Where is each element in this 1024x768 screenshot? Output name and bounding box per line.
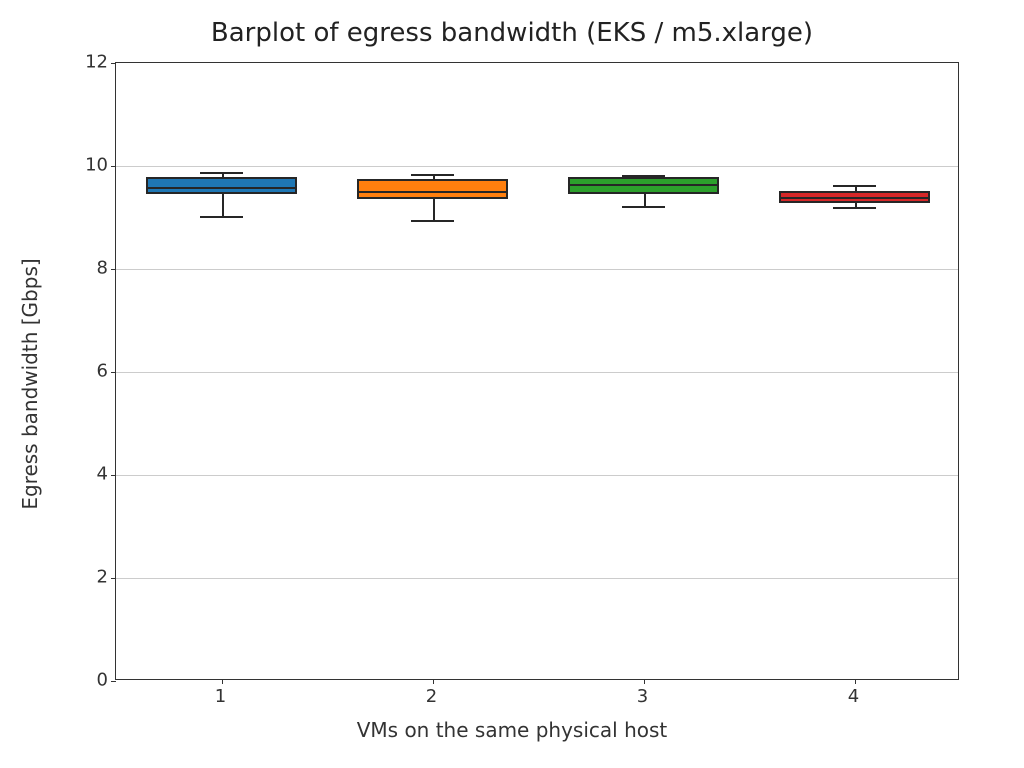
x-axis-label: VMs on the same physical host	[0, 718, 1024, 742]
x-tick	[855, 679, 856, 684]
y-tick	[111, 475, 116, 476]
boxplot-whisker-low	[222, 194, 224, 216]
boxplot-cap-low	[833, 207, 876, 209]
y-gridline	[116, 166, 958, 167]
boxplot-median	[146, 187, 298, 189]
x-tick-label: 3	[613, 686, 673, 707]
y-tick-label: 2	[48, 567, 108, 588]
y-tick	[111, 166, 116, 167]
y-tick-label: 6	[48, 361, 108, 382]
x-tick	[222, 679, 223, 684]
y-tick-label: 10	[48, 155, 108, 176]
y-tick	[111, 63, 116, 64]
boxplot-whisker-low	[644, 194, 646, 206]
chart-figure: Barplot of egress bandwidth (EKS / m5.xl…	[0, 0, 1024, 768]
boxplot-cap-low	[411, 220, 454, 222]
y-tick-label: 12	[48, 52, 108, 73]
x-tick	[644, 679, 645, 684]
boxplot-cap-low	[200, 216, 243, 218]
y-gridline	[116, 578, 958, 579]
chart-title: Barplot of egress bandwidth (EKS / m5.xl…	[0, 18, 1024, 48]
boxplot-cap-high	[411, 174, 454, 176]
boxplot-cap-low	[622, 206, 665, 208]
y-tick-label: 8	[48, 258, 108, 279]
y-gridline	[116, 269, 958, 270]
y-gridline	[116, 372, 958, 373]
y-tick	[111, 681, 116, 682]
y-gridline	[116, 475, 958, 476]
plot-area	[115, 62, 959, 680]
x-tick-label: 2	[402, 686, 462, 707]
y-tick-label: 0	[48, 670, 108, 691]
boxplot-median	[779, 197, 931, 199]
y-tick	[111, 269, 116, 270]
boxplot-box	[357, 179, 509, 200]
y-tick	[111, 372, 116, 373]
x-tick-label: 1	[191, 686, 251, 707]
x-tick-label: 4	[824, 686, 884, 707]
boxplot-median	[568, 184, 720, 186]
boxplot-cap-high	[200, 172, 243, 174]
boxplot-whisker-low	[433, 199, 435, 220]
y-tick	[111, 578, 116, 579]
boxplot-median	[357, 191, 509, 193]
y-axis-label: Egress bandwidth [Gbps]	[18, 258, 42, 509]
x-tick	[433, 679, 434, 684]
boxplot-cap-high	[833, 185, 876, 187]
y-tick-label: 4	[48, 464, 108, 485]
